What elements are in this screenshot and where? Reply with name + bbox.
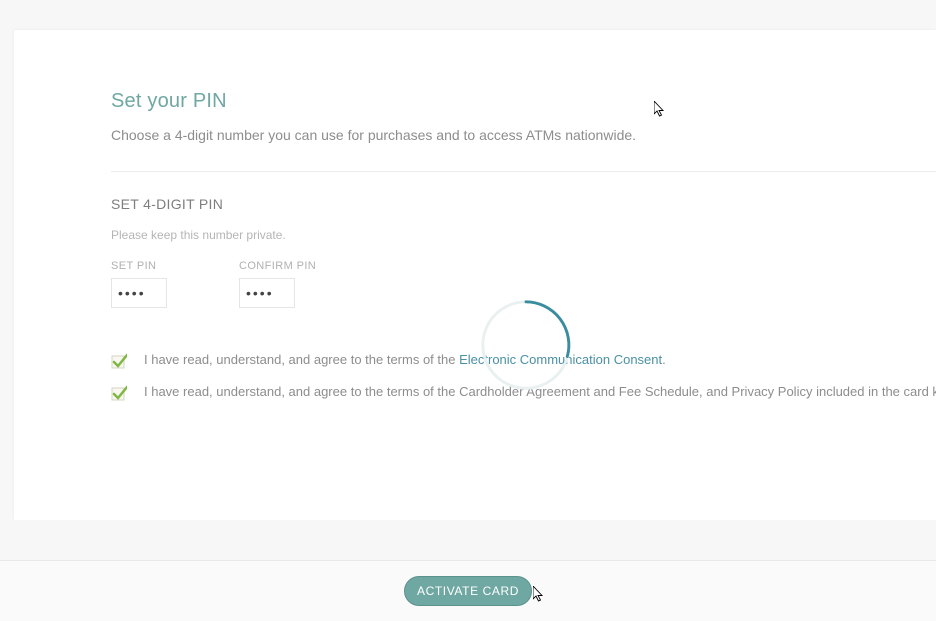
activate-card-button[interactable]: ACTIVATE CARD	[404, 576, 532, 606]
set-pin-group: SET PIN	[111, 260, 167, 308]
confirm-pin-wrapper[interactable]	[239, 278, 295, 308]
page-subtitle: Choose a 4-digit number you can use for …	[111, 127, 936, 143]
confirm-pin-group: CONFIRM PIN	[239, 260, 316, 308]
pin-setup-panel: Set your PIN Choose a 4-digit number you…	[14, 30, 936, 520]
pin-section-heading: SET 4-DIGIT PIN	[111, 196, 936, 212]
electronic-consent-link[interactable]: Electronic Communication Consent	[459, 352, 662, 367]
section-divider	[111, 171, 936, 172]
pin-fields-row: SET PIN CONFIRM PIN	[111, 260, 936, 308]
footer-bar: ACTIVATE CARD	[0, 561, 936, 621]
consent-text-electronic: I have read, understand, and agree to th…	[144, 352, 666, 367]
checkbox-checked-icon[interactable]	[111, 353, 127, 369]
consent-suffix: .	[662, 352, 666, 367]
confirm-pin-input[interactable]	[246, 284, 286, 302]
pin-privacy-note: Please keep this number private.	[111, 228, 936, 242]
consent-text-cardholder: I have read, understand, and agree to th…	[144, 384, 936, 399]
consent-row-electronic: I have read, understand, and agree to th…	[111, 352, 936, 369]
consent-prefix: I have read, understand, and agree to th…	[144, 352, 459, 367]
set-pin-input[interactable]	[118, 284, 158, 302]
set-pin-wrapper[interactable]	[111, 278, 167, 308]
consent-row-cardholder: I have read, understand, and agree to th…	[111, 384, 936, 401]
confirm-pin-label: CONFIRM PIN	[239, 260, 316, 272]
top-bar	[0, 0, 936, 20]
checkbox-checked-icon[interactable]	[111, 385, 127, 401]
page-title: Set your PIN	[111, 90, 936, 113]
set-pin-label: SET PIN	[111, 260, 167, 272]
